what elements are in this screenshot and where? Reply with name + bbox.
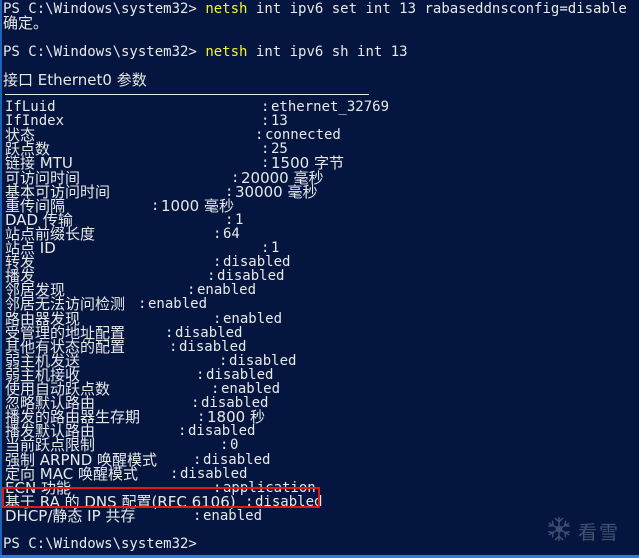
parameter-separator: :	[261, 99, 270, 115]
parameter-separator: :	[207, 268, 216, 285]
parameter-value: 1000 毫秒	[161, 196, 234, 215]
parameter-separator: :	[170, 465, 179, 482]
parameter-separator: :	[187, 282, 196, 299]
parameter-value: 1800 秒	[207, 408, 265, 427]
prompt-2: PS C:\Windows\system32>	[3, 44, 197, 60]
parameter-separator: :	[219, 352, 228, 369]
parameter-separator: :	[197, 409, 206, 426]
parameter-value: disabled	[175, 324, 243, 341]
powershell-terminal-window[interactable]: PS C:\Windows\system32> netsh int ipv6 s…	[0, 0, 639, 558]
parameter-separator: :	[225, 211, 234, 228]
section-divider	[5, 94, 369, 95]
parameter-value: disabled	[223, 254, 291, 271]
parameter-separator: :	[255, 127, 264, 144]
parameter-value: 0	[230, 437, 239, 454]
parameter-separator: :	[261, 141, 270, 158]
parameter-value: disabled	[180, 465, 248, 482]
parameter-separator: :	[151, 197, 160, 214]
parameter-value: ethernet_32769	[271, 99, 390, 115]
parameter-value: 64	[223, 225, 240, 242]
command-line-1: PS C:\Windows\system32> netsh int ipv6 s…	[3, 2, 627, 16]
parameter-separator: :	[213, 254, 222, 271]
parameter-separator: :	[165, 324, 174, 341]
parameter-separator: :	[138, 296, 147, 313]
snowflake-icon	[546, 516, 572, 546]
watermark-text: 看雪	[578, 521, 621, 544]
parameter-value: enabled	[221, 381, 281, 397]
prompt-3: PS C:\Windows\system32>	[3, 536, 197, 552]
parameter-separator: :	[178, 423, 187, 440]
parameter-value: application	[223, 479, 316, 496]
parameter-separator: :	[196, 366, 205, 383]
parameter-value: 1	[235, 211, 244, 228]
section-header: 接口 Ethernet0 参数	[3, 71, 147, 89]
parameter-separator: :	[261, 240, 270, 256]
parameter-value: enabled	[223, 310, 283, 327]
parameter-value: disabled	[179, 338, 247, 355]
parameter-separator: :	[213, 225, 222, 242]
parameter-value: 30000 毫秒	[235, 182, 318, 201]
parameter-value: disabled	[206, 366, 274, 383]
parameter-value: disabled	[188, 423, 256, 440]
parameter-separator: :	[191, 395, 200, 412]
parameter-value: disabled	[229, 352, 297, 369]
parameter-separator: :	[169, 338, 178, 355]
command-1-result: 确定。	[3, 14, 49, 32]
parameter-separator: :	[193, 451, 202, 468]
parameter-value: disabled	[217, 268, 285, 285]
watermark: 看雪	[546, 516, 620, 546]
parameter-name: IfLuid	[5, 99, 56, 115]
parameter-separator: :	[213, 310, 222, 327]
parameter-value: disabled	[203, 451, 271, 468]
parameter-value: connected	[265, 127, 341, 144]
command-keyword-1: netsh	[205, 1, 248, 17]
parameter-separator: :	[261, 113, 270, 130]
console-output-area[interactable]: PS C:\Windows\system32> netsh int ipv6 s…	[2, 0, 639, 558]
command-line-2: PS C:\Windows\system32> netsh int ipv6 s…	[3, 45, 408, 59]
parameter-value: 1	[271, 240, 280, 256]
parameter-value: enabled	[203, 507, 263, 524]
window-left-edge	[0, 0, 2, 558]
command-args-2: int ipv6 sh int 13	[247, 44, 408, 60]
parameter-separator: :	[211, 381, 220, 397]
cursor	[197, 538, 204, 551]
parameter-separator: :	[245, 493, 254, 510]
parameter-value: enabled	[197, 282, 257, 299]
command-keyword-2: netsh	[205, 44, 248, 60]
parameter-value: enabled	[148, 296, 208, 313]
parameter-separator: :	[193, 507, 202, 524]
trailing-prompt-line[interactable]: PS C:\Windows\system32>	[3, 537, 204, 551]
parameter-separator: :	[220, 437, 229, 454]
command-args-1: int ipv6 set int 13 rabaseddnsconfig=dis…	[247, 1, 627, 17]
parameter-value: disabled	[255, 493, 323, 510]
parameter-value: 13	[271, 113, 288, 130]
parameter-name: DHCP/静态 IP 共存	[5, 506, 136, 525]
